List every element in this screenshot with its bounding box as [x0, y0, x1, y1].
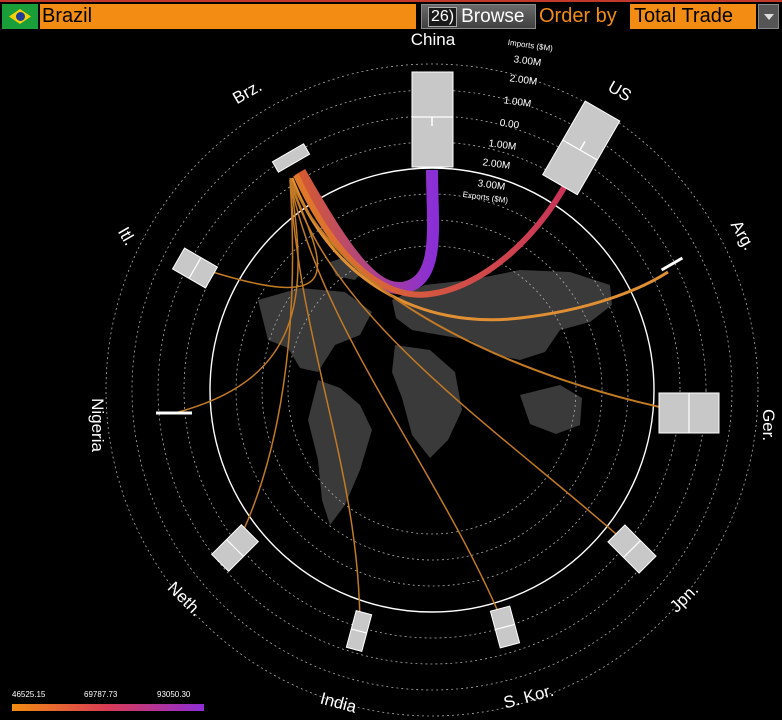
label-arg: Arg. — [727, 217, 759, 254]
browse-button[interactable]: 26) Browse — [421, 4, 536, 29]
label-jpn: Jpn. — [666, 580, 702, 616]
neth-marker[interactable] — [210, 523, 260, 573]
label-india: India — [318, 689, 359, 717]
brz-marker[interactable] — [271, 143, 311, 173]
label-china: China — [411, 31, 456, 49]
flag-globe — [15, 12, 25, 21]
imports-caption: Imports ($M) — [507, 38, 553, 53]
browse-code-badge: 26) — [428, 6, 458, 27]
label-skor: S. Kor. — [501, 681, 555, 713]
color-legend: 46525.15 69787.73 93050.30 — [12, 690, 204, 720]
brazil-flag-icon[interactable] — [2, 4, 38, 29]
scale-tick: 1.00M — [488, 138, 517, 153]
top-accent-line — [0, 0, 782, 2]
legend-max: 93050.30 — [157, 690, 191, 699]
scale-tick: 3.00M — [513, 54, 542, 69]
chevron-down-icon[interactable] — [758, 4, 779, 29]
nigeria-marker[interactable] — [156, 411, 192, 415]
label-itl: Itl. — [114, 224, 139, 249]
chevron-down-glyph — [763, 13, 774, 20]
label-neth: Neth. — [164, 578, 206, 620]
scale-tick: 2.00M — [509, 73, 538, 88]
legend-gradient-bar — [12, 704, 204, 711]
label-ger: Ger. — [759, 409, 778, 441]
browse-label: Browse — [461, 6, 525, 27]
trade-circle-chart: China US Arg. Ger. Jpn. S. Kor. India Ne… — [88, 31, 778, 717]
toolbar: Brazil 26) Browse Order by Total Trade — [0, 0, 782, 31]
skor-marker[interactable] — [489, 605, 521, 649]
legend-mid: 69787.73 — [84, 690, 118, 699]
ger-marker[interactable] — [658, 392, 720, 434]
flag-diamond — [9, 9, 31, 24]
arg-marker[interactable] — [660, 256, 684, 272]
india-marker[interactable] — [345, 609, 373, 653]
itl-marker[interactable] — [171, 247, 219, 289]
order-by-label: Order by — [539, 5, 617, 27]
country-field[interactable]: Brazil — [40, 4, 416, 29]
legend-min: 46525.15 — [12, 690, 46, 699]
order-by-select[interactable]: Total Trade — [630, 4, 756, 29]
label-nigeria: Nigeria — [88, 398, 107, 452]
label-us: US — [605, 77, 635, 105]
scale-tick: 0.00 — [499, 118, 520, 132]
legend-labels: 46525.15 69787.73 93050.30 — [12, 690, 204, 702]
scale-tick: 1.00M — [503, 95, 532, 110]
scale-labels: Imports ($M) 3.00M 2.00M 1.00M 0.00 1.00… — [462, 38, 554, 205]
scale-tick: 2.00M — [482, 157, 511, 172]
china-marker[interactable] — [411, 71, 454, 168]
label-brz: Brz. — [229, 76, 265, 108]
scale-tick: 3.00M — [477, 178, 506, 193]
jpn-marker[interactable] — [607, 524, 657, 574]
us-marker[interactable] — [541, 100, 621, 196]
